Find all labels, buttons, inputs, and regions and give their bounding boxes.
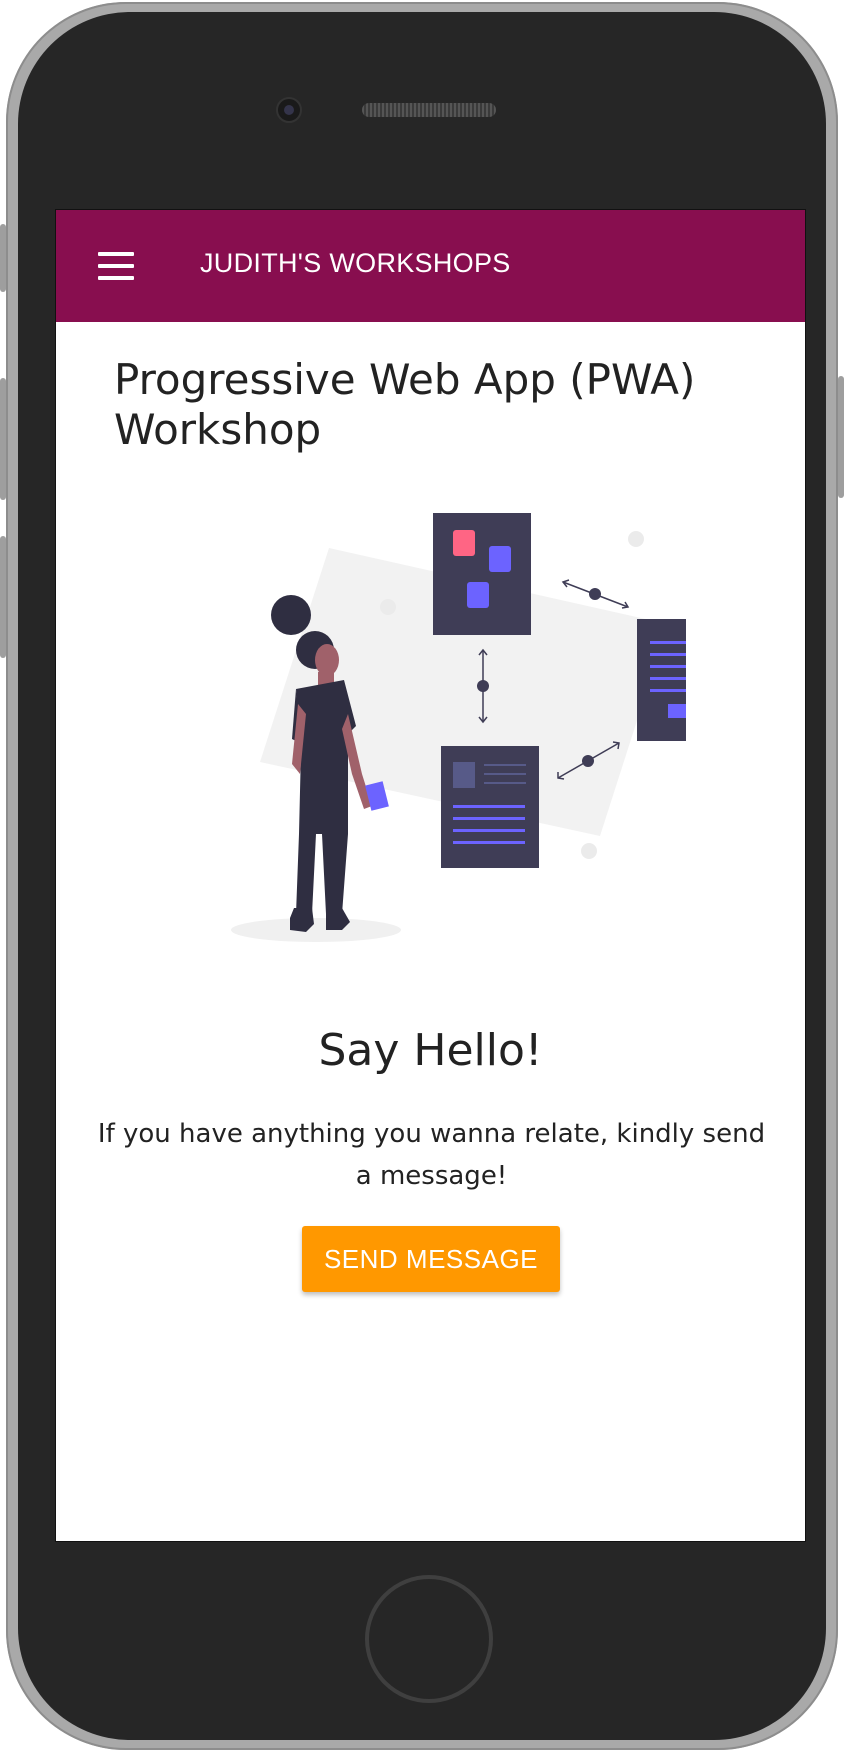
earpiece-speaker xyxy=(362,103,496,117)
decor-dot xyxy=(628,531,644,547)
home-button[interactable] xyxy=(365,1575,493,1703)
connector-node xyxy=(582,755,594,767)
front-camera xyxy=(276,97,302,123)
volume-down-button xyxy=(0,536,6,658)
hamburger-menu-icon[interactable] xyxy=(98,252,134,280)
text-document-card xyxy=(637,619,686,741)
sticky-notes-card xyxy=(433,513,531,635)
workshop-illustration xyxy=(231,513,686,942)
decor-dot xyxy=(581,843,597,859)
contact-message: If you have anything you wanna relate, k… xyxy=(97,1119,766,1191)
connector-node xyxy=(477,680,489,692)
say-hello-heading: Say Hello! xyxy=(318,1025,543,1076)
send-message-button[interactable]: SEND MESSAGE xyxy=(302,1226,560,1292)
mute-switch xyxy=(0,224,6,292)
volume-up-button xyxy=(0,378,6,500)
decor-dot xyxy=(380,599,396,615)
app-bar: JUDITH'S WORKSHOPS xyxy=(56,210,805,322)
page-title: Progressive Web App (PWA) Workshop xyxy=(114,355,696,454)
power-button xyxy=(838,376,844,498)
app-screen: JUDITH'S WORKSHOPS Progressive Web App (… xyxy=(55,209,806,1542)
connector-node xyxy=(589,588,601,600)
app-title: JUDITH'S WORKSHOPS xyxy=(200,248,511,278)
image-document-card xyxy=(441,746,539,868)
